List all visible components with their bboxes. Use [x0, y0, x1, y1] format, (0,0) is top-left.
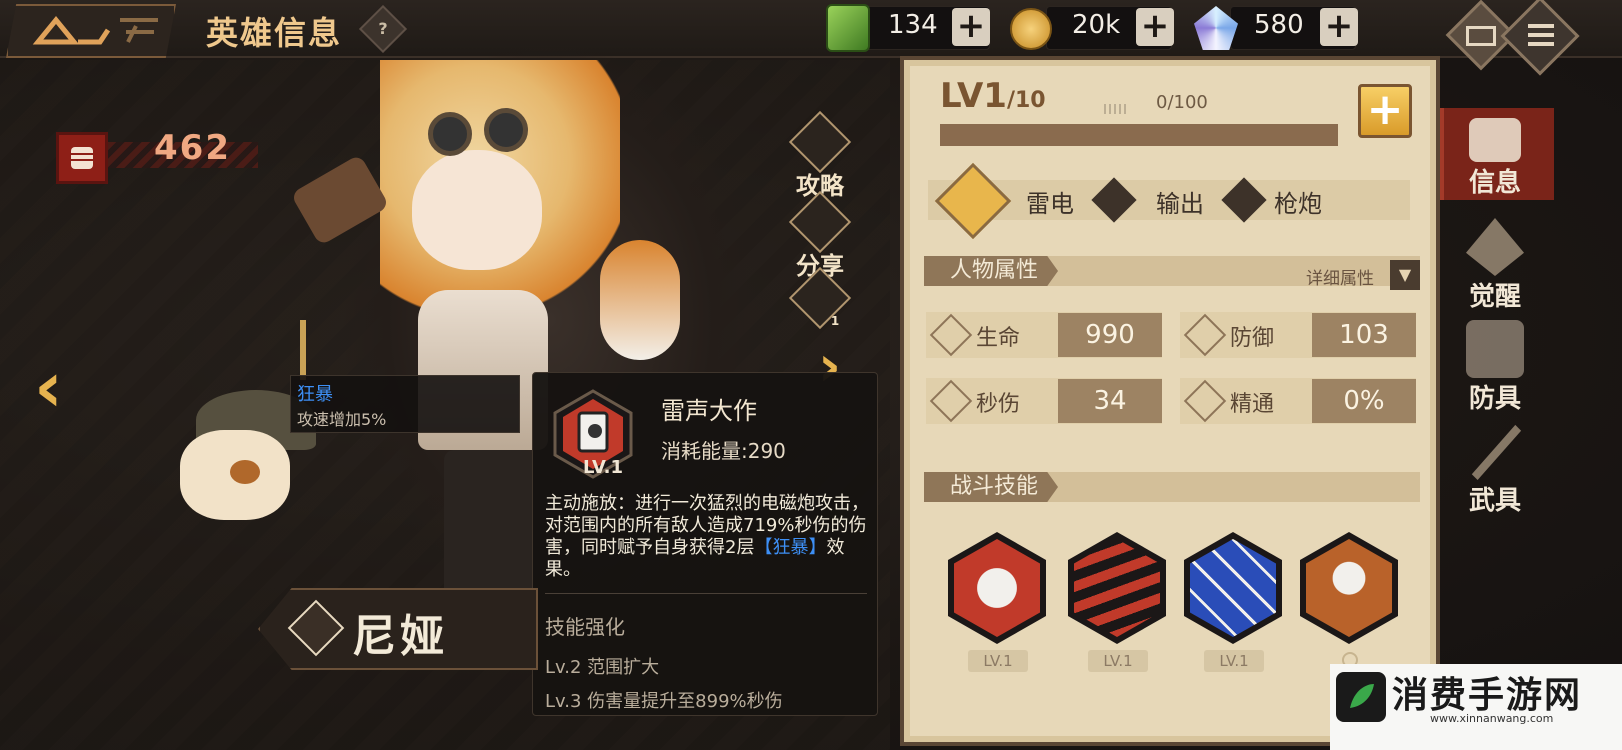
skill-slot-1[interactable] — [948, 532, 1046, 644]
level-up-button[interactable]: + — [1358, 84, 1412, 138]
watermark-text: 消费手游网 — [1392, 675, 1583, 716]
exp-bar — [940, 124, 1338, 146]
skill-level-badge: LV.1 — [1088, 650, 1148, 672]
tab-label: 武具 — [1468, 486, 1521, 516]
enhance-title: 技能强化 — [545, 615, 625, 639]
skill-slot-3[interactable] — [1184, 532, 1282, 644]
stat-value: 0% — [1312, 379, 1416, 423]
goggle-left — [428, 112, 472, 156]
skills-section-title: 战斗技能 — [924, 472, 1059, 502]
book-icon — [788, 110, 852, 174]
hero-face — [412, 150, 542, 270]
skill-slot-4[interactable] — [1300, 532, 1398, 644]
skill-level: LV.1 — [583, 457, 623, 478]
crossbow-icon — [1471, 424, 1522, 480]
tag-weapon: 枪炮 — [1274, 190, 1322, 218]
menu-list-icon — [1528, 24, 1554, 46]
favor-button[interactable]: 1 — [788, 266, 852, 330]
skill-level-badge: LV.1 — [1204, 650, 1264, 672]
skill-description: 主动施放：进行一次猛烈的电磁炮攻击，对范围内的所有敌人造成719%秒伤的伤害，同… — [545, 493, 869, 580]
prev-hero-arrow-icon[interactable]: ‹ — [34, 346, 63, 428]
add-crystal-button[interactable]: + — [952, 8, 990, 46]
tab-awaken[interactable]: 觉醒 — [1440, 218, 1550, 313]
attr-section-title: 人物属性 — [924, 256, 1059, 286]
resource-value: 580 — [1254, 10, 1304, 40]
logo-icon — [32, 16, 158, 45]
tag-role: 输出 — [1156, 190, 1204, 218]
armor-icon — [1466, 320, 1524, 378]
tab-armor[interactable]: 防具 — [1440, 320, 1550, 415]
hero-legs — [444, 450, 534, 600]
tab-weapon[interactable]: 武具 — [1440, 422, 1550, 517]
stat-label: 秒伤 — [976, 392, 1021, 417]
hero-name: 尼娅 — [352, 611, 448, 662]
stat-label: 生命 — [976, 326, 1021, 351]
resource-value: 20k — [1072, 10, 1121, 40]
fist-icon — [56, 132, 108, 184]
goggle-right — [484, 108, 528, 152]
gold-coin-icon — [1010, 8, 1052, 50]
watermark-logo-icon — [1336, 672, 1386, 722]
green-crystal-icon — [826, 4, 870, 52]
skill-name: 雷声大作 — [661, 397, 757, 425]
awaken-icon — [1466, 218, 1524, 276]
exp-deco — [1104, 104, 1128, 114]
power-value: 462 — [154, 128, 231, 168]
skill-level-badge: LV.1 — [968, 650, 1028, 672]
lightning-strike-skill-icon — [1074, 539, 1160, 637]
resource-value: 134 — [888, 10, 938, 40]
skill-slot-2[interactable] — [1068, 532, 1166, 644]
chevron-down-icon[interactable]: ▼ — [1390, 260, 1420, 290]
book-icon — [1469, 118, 1521, 162]
buff-name: 狂暴 — [297, 384, 333, 405]
skill-cost: 消耗能量:290 — [661, 439, 786, 463]
add-diamond-button[interactable]: + — [1320, 8, 1358, 46]
robot-antenna — [300, 320, 306, 380]
buff-desc: 攻速增加5% — [297, 410, 387, 429]
page-title: 英雄信息 — [206, 14, 343, 52]
buff-tooltip: 狂暴 攻速增加5% — [290, 375, 520, 433]
back-button[interactable] — [6, 4, 176, 58]
mail-icon — [1466, 26, 1496, 46]
railgun-skill-icon — [954, 539, 1040, 637]
add-gold-button[interactable]: + — [1136, 8, 1174, 46]
buff-highlight: 【狂暴】 — [754, 537, 827, 558]
stat-label: 防御 — [1230, 326, 1275, 351]
tab-info[interactable]: 信息 — [1440, 118, 1550, 199]
watermark-url: www.xinnanwang.com — [1430, 712, 1554, 725]
exp-text: 0/100 — [1156, 92, 1208, 113]
tab-label: 觉醒 — [1468, 282, 1521, 312]
paw-shock-skill-icon — [1190, 539, 1276, 637]
stat-value: 103 — [1312, 313, 1416, 357]
skill-tooltip: LV.1 雷声大作 消耗能量:290 主动施放：进行一次猛烈的电磁炮攻击，对范围… — [532, 372, 878, 716]
stat-label: 精通 — [1230, 392, 1275, 417]
tag-element: 雷电 — [1026, 190, 1074, 218]
stat-value: 990 — [1058, 313, 1162, 357]
divider — [545, 593, 867, 594]
tab-label: 信息 — [1468, 168, 1521, 198]
share-icon — [788, 190, 852, 254]
detail-attr-label[interactable]: 详细属性 — [1306, 264, 1374, 289]
guide-button[interactable]: 攻略 — [788, 110, 852, 201]
enhance-line: Lv.2 范围扩大 — [545, 657, 660, 678]
hero-level: LV1/10 — [940, 76, 1046, 116]
passive-skill-icon — [1306, 539, 1392, 637]
tab-label: 防具 — [1468, 384, 1521, 414]
enhance-line: Lv.3 伤害量提升至899%秒伤 — [545, 691, 783, 712]
stat-value: 34 — [1058, 379, 1162, 423]
